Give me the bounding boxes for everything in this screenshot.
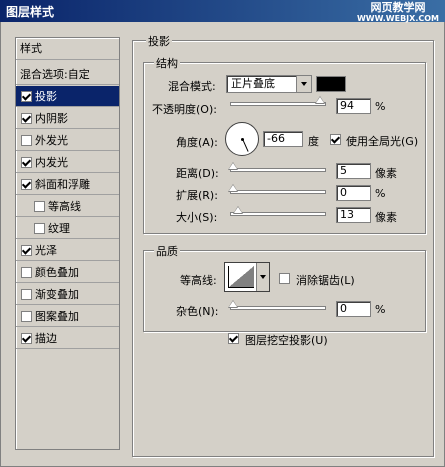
size-slider-track[interactable]	[230, 212, 326, 216]
opacity-label: 不透明度(O):	[152, 103, 217, 116]
opacity-input[interactable]: 94	[336, 98, 371, 114]
blend-mode-label: 混合模式:	[168, 80, 216, 93]
sidebar-item-label: 斜面和浮雕	[35, 178, 90, 191]
sidebar-item-checkbox[interactable]	[21, 289, 32, 300]
sidebar-item-label: 等高线	[48, 200, 81, 213]
angle-dial-center	[241, 138, 244, 141]
opacity-slider-track[interactable]	[230, 102, 326, 106]
sidebar-item-checkbox[interactable]	[21, 113, 32, 124]
distance-slider-thumb[interactable]	[228, 162, 238, 170]
title-bar: 图层样式 网页教学网 WWW.WEBJX.COM	[0, 0, 445, 24]
opacity-unit: %	[375, 100, 386, 113]
sidebar-item-label: 内阴影	[35, 112, 68, 125]
drop-shadow-title: 投影	[146, 33, 172, 49]
sidebar-item-blend-options[interactable]: 混合选项:自定	[16, 64, 119, 85]
antialias-checkbox[interactable]	[279, 273, 290, 284]
sidebar-header: 样式	[16, 38, 119, 60]
sidebar-item-label: 外发光	[35, 134, 68, 147]
sidebar-item[interactable]: 投影	[16, 86, 119, 107]
knockout-checkbox[interactable]	[228, 333, 239, 344]
sidebar-item-label: 颜色叠加	[35, 266, 79, 279]
angle-label: 角度(A):	[176, 136, 218, 149]
contour-picker[interactable]	[224, 262, 270, 292]
antialias-label: 消除锯齿(L)	[296, 274, 355, 287]
chevron-down-icon	[296, 76, 311, 92]
size-input[interactable]: 13	[336, 207, 371, 223]
shadow-color-swatch[interactable]	[316, 76, 346, 92]
sidebar-item[interactable]: 颜色叠加	[16, 262, 119, 283]
sidebar-item[interactable]: 等高线	[16, 196, 119, 217]
window-title: 图层样式	[6, 5, 55, 19]
quality-title: 品质	[154, 243, 180, 259]
structure-title: 结构	[154, 55, 180, 71]
distance-slider-track[interactable]	[230, 168, 326, 172]
noise-slider-thumb[interactable]	[228, 300, 238, 308]
blend-mode-value: 正片叠底	[231, 77, 275, 90]
spread-unit: %	[375, 187, 386, 200]
sidebar-item-checkbox[interactable]	[21, 245, 32, 256]
sidebar-item-label: 内发光	[35, 156, 68, 169]
contour-label: 等高线:	[180, 274, 217, 287]
sidebar-item-checkbox[interactable]	[21, 333, 32, 344]
knockout-label: 图层挖空投影(U)	[245, 334, 328, 347]
angle-unit: 度	[308, 135, 319, 148]
size-slider-thumb[interactable]	[233, 206, 243, 214]
spread-slider-thumb[interactable]	[228, 184, 238, 192]
sidebar-item-label: 投影	[35, 90, 57, 103]
spread-slider-track[interactable]	[230, 190, 326, 194]
noise-input[interactable]: 0	[336, 301, 371, 317]
sidebar-item-label: 描边	[35, 332, 57, 345]
chevron-down-icon	[256, 263, 269, 291]
sidebar-item-label: 渐变叠加	[35, 288, 79, 301]
sidebar-item[interactable]: 描边	[16, 328, 119, 349]
sidebar-item[interactable]: 斜面和浮雕	[16, 174, 119, 195]
sidebar-item-checkbox[interactable]	[21, 135, 32, 146]
noise-label: 杂色(N):	[176, 305, 219, 318]
sidebar-item-label: 光泽	[35, 244, 57, 257]
sidebar-item-checkbox[interactable]	[21, 267, 32, 278]
watermark: 网页教学网 WWW.WEBJX.COM	[357, 2, 439, 24]
sidebar-item-checkbox[interactable]	[34, 223, 45, 234]
blend-mode-select[interactable]: 正片叠底	[226, 75, 312, 93]
noise-unit: %	[375, 303, 386, 316]
sidebar-item[interactable]: 渐变叠加	[16, 284, 119, 305]
opacity-slider-thumb[interactable]	[315, 96, 326, 104]
angle-input[interactable]: -66	[263, 131, 303, 147]
angle-dial[interactable]	[225, 122, 259, 156]
contour-curve-icon	[228, 266, 254, 288]
sidebar-item-checkbox[interactable]	[34, 201, 45, 212]
size-unit: 像素	[375, 211, 397, 224]
sidebar-item[interactable]: 光泽	[16, 240, 119, 261]
sidebar-item[interactable]: 纹理	[16, 218, 119, 239]
spread-input[interactable]: 0	[336, 185, 371, 201]
sidebar-item[interactable]: 图案叠加	[16, 306, 119, 327]
spread-label: 扩展(R):	[176, 189, 218, 202]
distance-label: 距离(D):	[176, 167, 219, 180]
styles-sidebar: 样式 混合选项:自定 投影内阴影外发光内发光斜面和浮雕等高线纹理光泽颜色叠加渐变…	[15, 37, 120, 450]
distance-input[interactable]: 5	[336, 163, 371, 179]
sidebar-item-checkbox[interactable]	[21, 179, 32, 190]
sidebar-item-checkbox[interactable]	[21, 157, 32, 168]
size-label: 大小(S):	[176, 211, 218, 224]
sidebar-item[interactable]: 内发光	[16, 152, 119, 173]
sidebar-item[interactable]: 内阴影	[16, 108, 119, 129]
distance-unit: 像素	[375, 167, 397, 180]
global-light-label: 使用全局光(G)	[346, 135, 419, 148]
sidebar-item[interactable]: 外发光	[16, 130, 119, 151]
sidebar-item-checkbox[interactable]	[21, 311, 32, 322]
global-light-checkbox[interactable]	[330, 134, 341, 145]
watermark-line-1: 网页教学网	[370, 1, 426, 14]
noise-slider-track[interactable]	[230, 306, 326, 310]
quality-group	[143, 250, 426, 332]
sidebar-item-checkbox[interactable]	[21, 91, 32, 102]
sidebar-item-label: 图案叠加	[35, 310, 79, 323]
sidebar-item-label: 纹理	[48, 222, 70, 235]
